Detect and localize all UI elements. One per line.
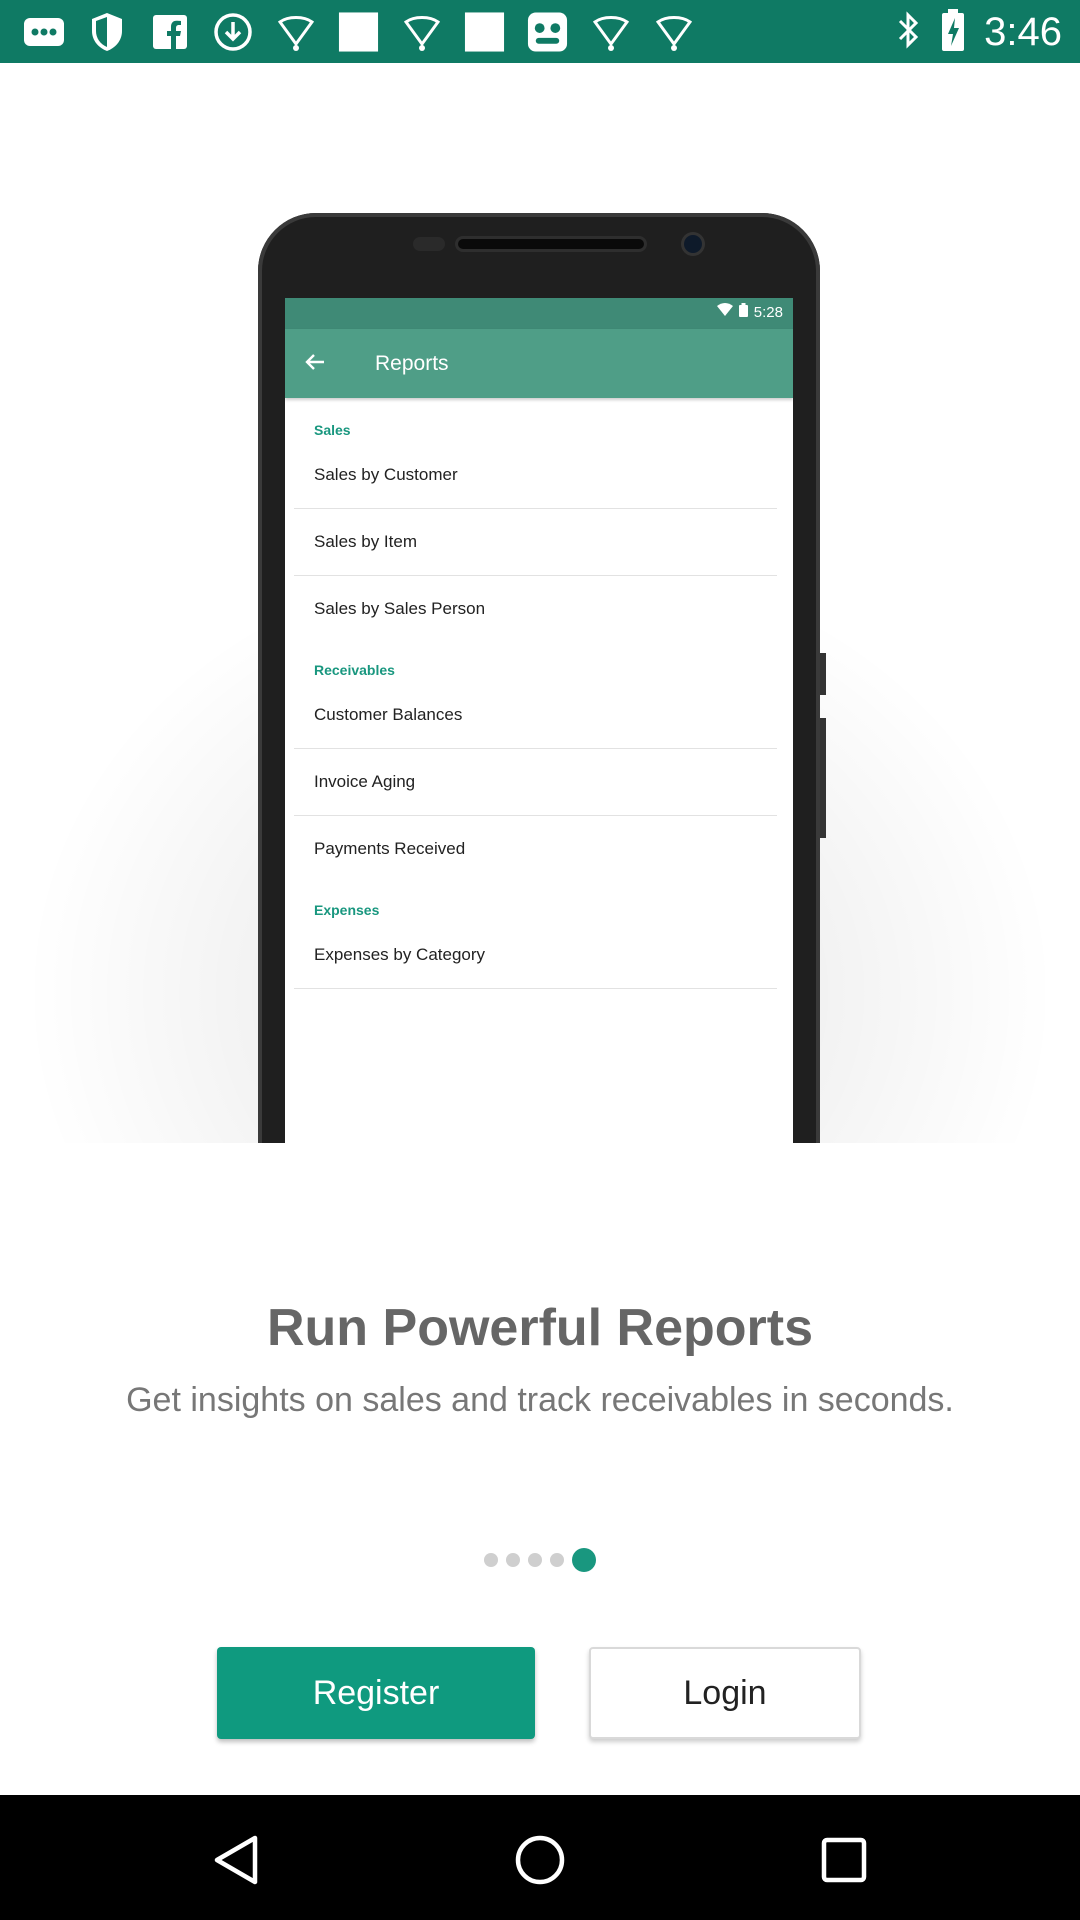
game-icon [526, 11, 569, 54]
lightbulb-icon [400, 11, 443, 54]
lightbulb-icon [652, 11, 695, 54]
section-header: Expenses [314, 902, 380, 918]
phone-mockup: 5:28 Reports Sales Sales by Customer Sal… [258, 213, 826, 1143]
blank-icon [463, 11, 506, 54]
notification-icons [22, 10, 695, 54]
navigation-bar [0, 1795, 1080, 1920]
list-item: Sales by Item [294, 509, 777, 576]
recent-apps-icon[interactable] [809, 1825, 879, 1895]
page-dot[interactable] [484, 1553, 498, 1567]
status-bar: 3:46 [0, 0, 1080, 63]
home-icon[interactable] [505, 1825, 575, 1895]
page-indicator[interactable] [0, 1548, 1080, 1572]
onboarding-title: Run Powerful Reports [266, 1299, 814, 1357]
more-icon [22, 11, 65, 54]
download-icon [211, 11, 254, 54]
list-item: Sales by Customer [294, 442, 777, 509]
login-button[interactable]: Login [589, 1647, 861, 1739]
bluetooth-icon [896, 10, 922, 55]
clock: 3:46 [984, 9, 1062, 54]
hero-illustration: 5:28 Reports Sales Sales by Customer Sal… [0, 63, 1080, 1143]
list-item: Payments Received [314, 839, 466, 858]
register-button[interactable]: Register [217, 1647, 535, 1739]
onboarding-subtitle: Get insights on sales and track receivab… [126, 1381, 954, 1419]
shield-icon [85, 11, 128, 54]
list-item: Sales by Sales Person [314, 599, 486, 618]
page-dot[interactable] [550, 1553, 564, 1567]
phone-camera [684, 235, 702, 253]
battery-icon [738, 303, 748, 321]
battery-icon [940, 8, 966, 57]
reports-list: Sales Sales by Customer Sales by Item Sa… [285, 398, 793, 989]
lightbulb-icon [589, 11, 632, 54]
phone-app-bar: Reports [285, 329, 793, 398]
phone-clock: 5:28 [753, 303, 783, 321]
status-bar-right: 3:46 [896, 8, 1062, 56]
section-header: Receivables [314, 662, 395, 678]
lightbulb-icon [274, 11, 317, 54]
wifi-icon [716, 303, 733, 321]
phone-screen: 5:28 Reports Sales Sales by Customer Sal… [285, 298, 793, 1143]
back-arrow-icon [305, 351, 345, 377]
phone-side-button [820, 653, 826, 695]
phone-speaker [458, 239, 644, 249]
back-icon[interactable] [201, 1825, 271, 1895]
phone-side-button [820, 718, 826, 838]
list-item: Invoice Aging [294, 749, 777, 816]
facebook-icon [148, 11, 191, 54]
blank-icon [337, 11, 380, 54]
page-dot-active[interactable] [572, 1548, 596, 1572]
phone-status-bar: 5:28 [285, 298, 793, 329]
page-dot[interactable] [528, 1553, 542, 1567]
phone-app-title: Reports [375, 351, 449, 375]
list-item: Customer Balances [294, 682, 777, 749]
page-dot[interactable] [506, 1553, 520, 1567]
phone-sensor [413, 237, 445, 251]
list-item: Expenses by Category [294, 922, 777, 989]
section-header: Sales [314, 422, 351, 438]
